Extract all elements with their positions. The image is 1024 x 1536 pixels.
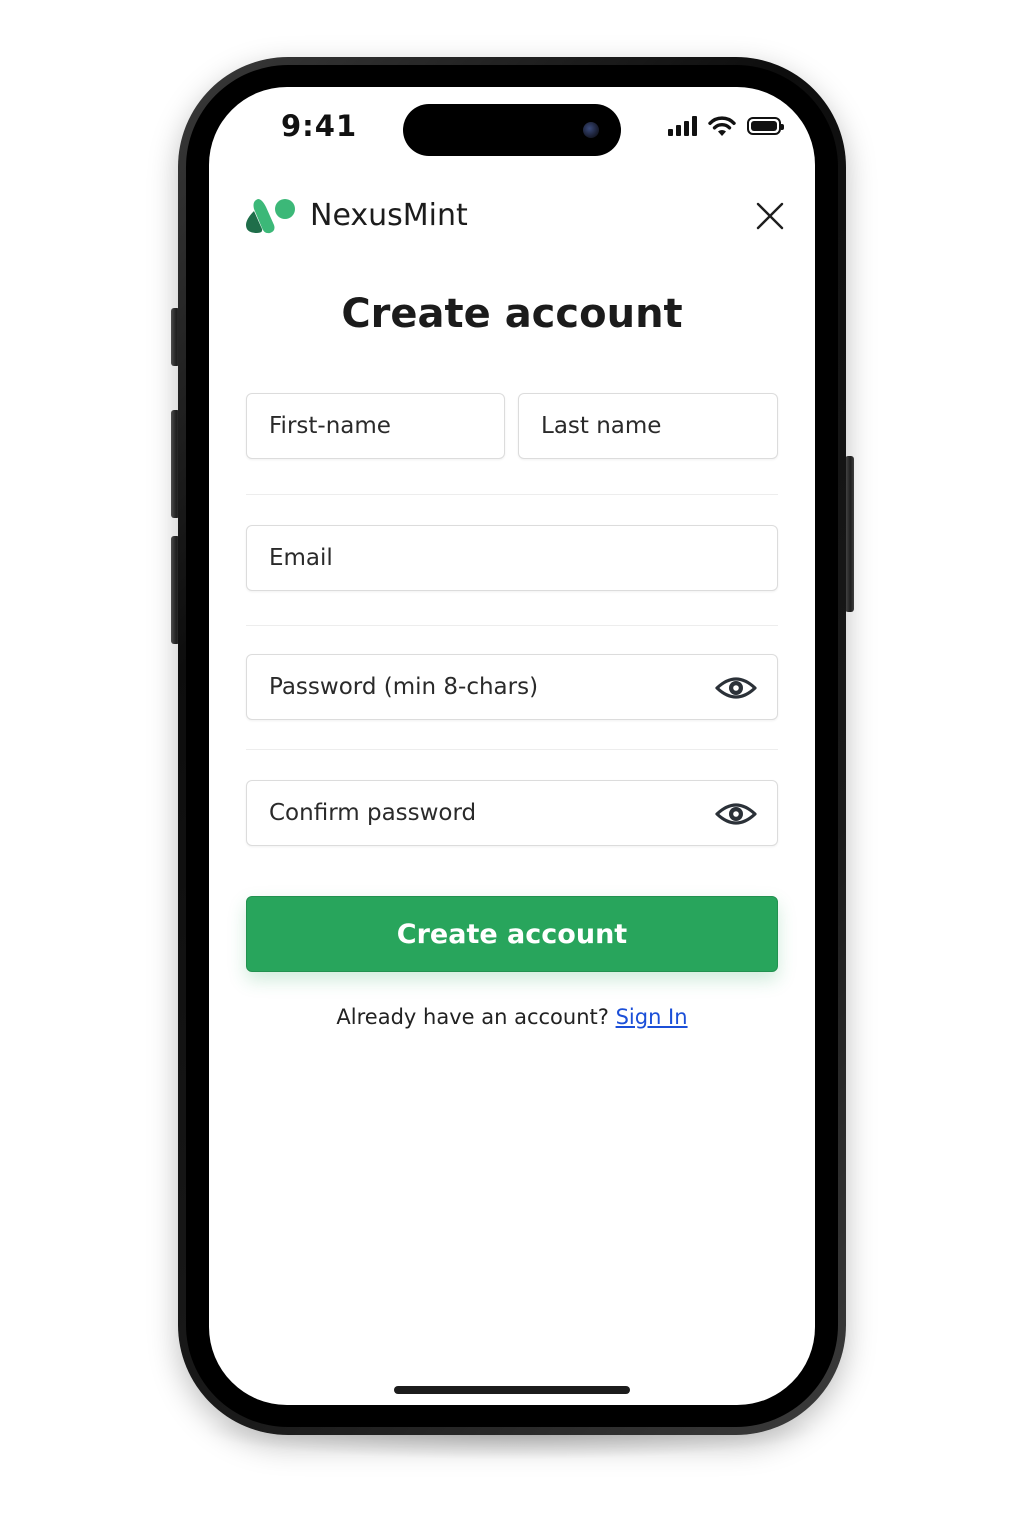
battery-icon xyxy=(747,117,784,135)
divider xyxy=(246,494,778,495)
confirm-password-field-box xyxy=(246,780,778,846)
eye-icon[interactable] xyxy=(715,799,757,829)
last-name-field-box xyxy=(518,393,778,459)
last-name-input[interactable] xyxy=(519,394,777,458)
sign-in-link[interactable]: Sign In xyxy=(616,1005,688,1029)
close-icon[interactable] xyxy=(755,201,785,231)
page-title: Create account xyxy=(341,291,683,337)
phone-screen: 9:41 NexusMint Create account First-name… xyxy=(209,87,815,1405)
brand-name: NexusMint xyxy=(310,197,468,233)
email-field-box xyxy=(246,525,778,591)
signin-prompt-text: Already have an account? xyxy=(336,1005,609,1029)
status-time: 9:41 xyxy=(281,109,358,143)
password-field-box xyxy=(246,654,778,720)
confirm-password-input[interactable] xyxy=(247,781,777,845)
dynamic-island xyxy=(403,104,621,156)
first-name-input[interactable] xyxy=(247,394,504,458)
divider xyxy=(246,749,778,750)
power-button xyxy=(845,456,854,612)
create-account-button[interactable]: Create account xyxy=(246,896,778,972)
stage: 9:41 NexusMint Create account First-name… xyxy=(0,0,1024,1536)
front-camera xyxy=(583,122,599,138)
cellular-signal-icon xyxy=(668,116,697,136)
home-indicator[interactable] xyxy=(394,1386,630,1394)
signin-prompt-row: Already have an account? Sign In xyxy=(209,1005,815,1029)
first-name-field-box xyxy=(246,393,505,459)
password-input[interactable] xyxy=(247,655,777,719)
eye-icon[interactable] xyxy=(715,673,757,703)
divider xyxy=(246,625,778,626)
brand: NexusMint xyxy=(244,195,468,235)
nexusmint-logo-icon xyxy=(246,199,295,234)
status-icons xyxy=(668,115,784,137)
wifi-icon xyxy=(708,116,736,136)
email-input[interactable] xyxy=(247,526,777,590)
